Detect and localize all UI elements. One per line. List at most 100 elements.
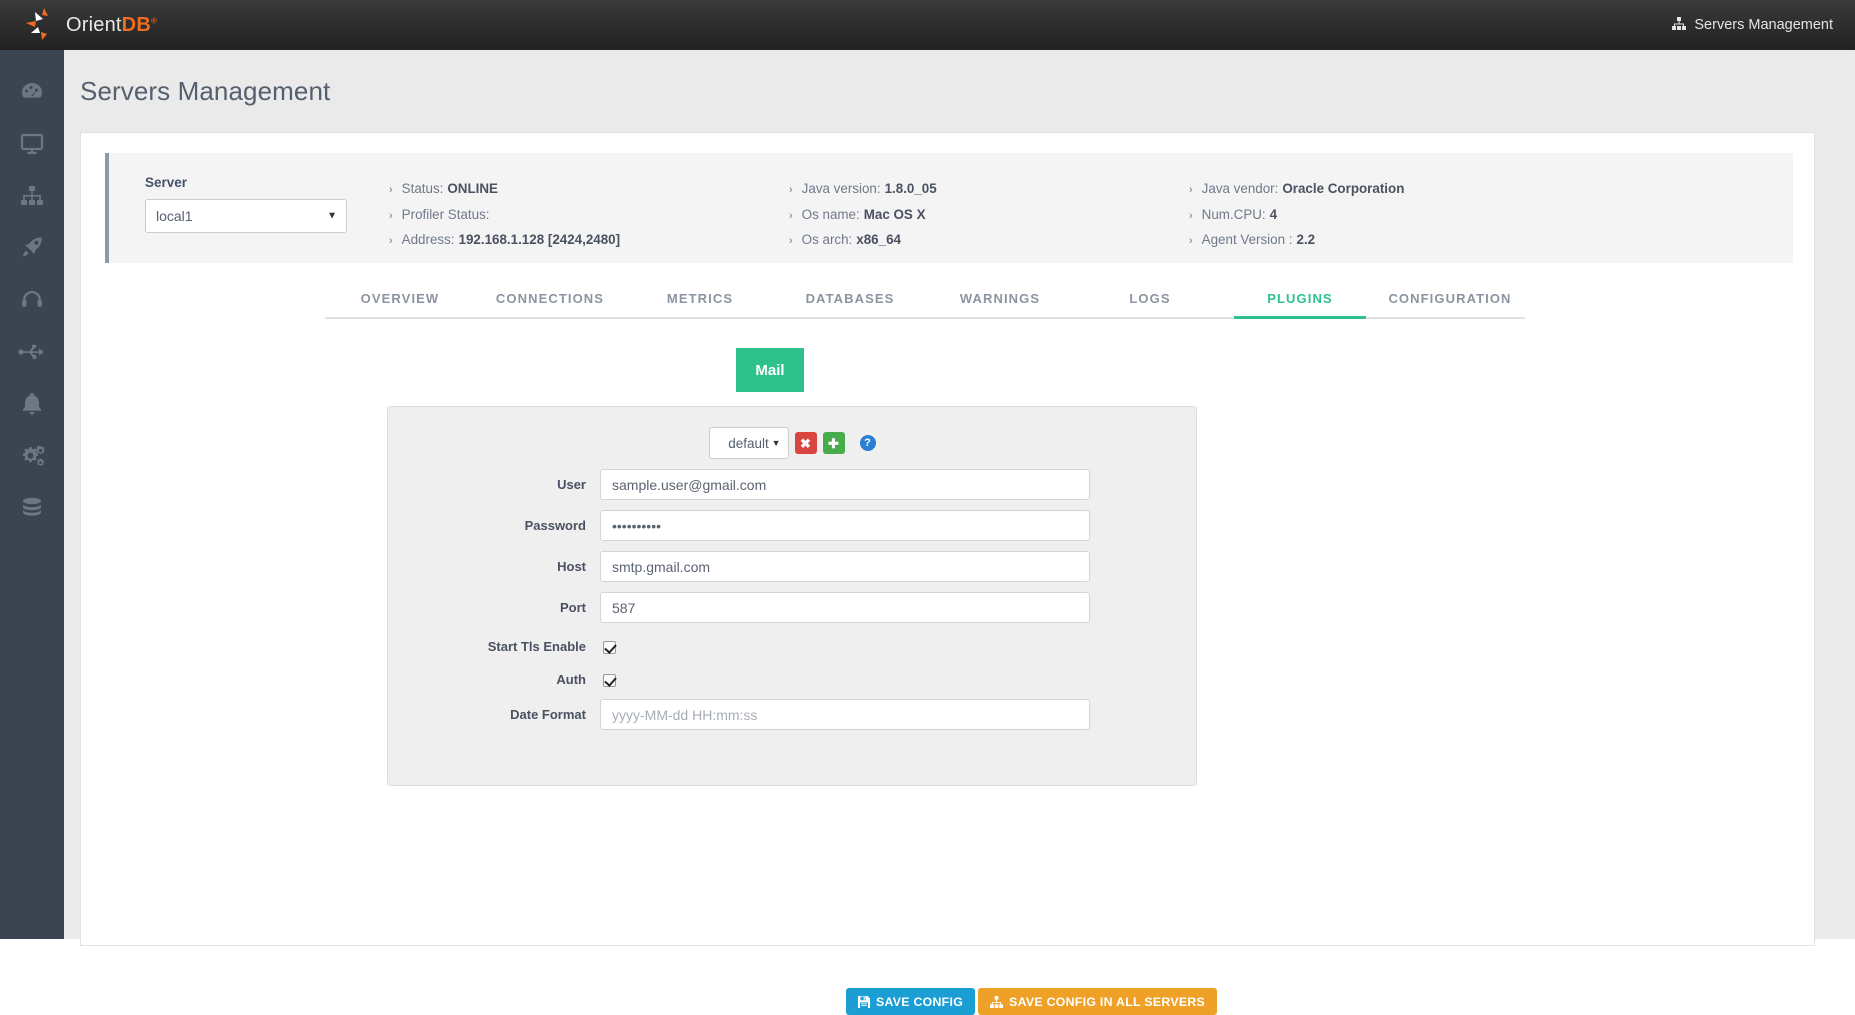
- delete-profile-button[interactable]: ✖: [794, 432, 817, 454]
- sidebar: [0, 50, 64, 939]
- info-label: Status:: [401, 181, 444, 196]
- add-profile-button[interactable]: ✚: [822, 432, 845, 454]
- info-label: Address:: [401, 232, 455, 247]
- info-row-agent-version: › Agent Version : 2.2: [1189, 229, 1589, 253]
- form-row-port: Port: [388, 592, 1196, 623]
- info-row-profiler-status: › Profiler Status:: [389, 204, 789, 228]
- server-selector-group: Server local1 ▼: [109, 153, 389, 263]
- chevron-right-icon: ›: [789, 184, 793, 196]
- save-config-all-servers-button[interactable]: SAVE CONFIG IN ALL SERVERS: [978, 988, 1218, 1015]
- server-info-column-3: › Java vendor: Oracle Corporation › Num.…: [1189, 153, 1589, 263]
- sidebar-item-database[interactable]: [0, 482, 64, 534]
- database-icon: [19, 495, 45, 521]
- sidebar-item-settings[interactable]: [0, 430, 64, 482]
- server-info-column-2: › Java version: 1.8.0_05 › Os name: Mac …: [789, 153, 1189, 263]
- sidebar-item-deploy[interactable]: [0, 222, 64, 274]
- server-info-panel: Server local1 ▼ › Status: ONLINE › Profi…: [105, 153, 1793, 263]
- tab-bar: OVERVIEW CONNECTIONS METRICS DATABASES W…: [325, 285, 1525, 319]
- tab-metrics[interactable]: METRICS: [625, 291, 775, 317]
- plugin-config-form: default ▼ ✖ ✚ ? User Password: [387, 406, 1197, 786]
- top-navbar: OrientDB® Servers Management: [0, 0, 1855, 50]
- port-label: Port: [560, 600, 586, 615]
- orientdb-logo-icon: [22, 4, 64, 46]
- info-label: Num.CPU:: [1201, 206, 1266, 222]
- sidebar-item-dashboard[interactable]: [0, 66, 64, 118]
- date-format-label: Date Format: [510, 707, 586, 722]
- plus-icon: ✚: [828, 435, 839, 451]
- rocket-icon: [19, 235, 45, 261]
- save-config-button[interactable]: SAVE CONFIG: [845, 988, 976, 1015]
- floppy-disk-icon: [857, 995, 870, 1008]
- chevron-right-icon: ›: [1189, 184, 1193, 196]
- sidebar-item-support[interactable]: [0, 274, 64, 326]
- page-title: Servers Management: [80, 76, 331, 106]
- password-input[interactable]: [600, 510, 1090, 541]
- config-profile-select[interactable]: default ▼: [708, 427, 789, 459]
- info-value: 2.2: [1296, 232, 1316, 247]
- form-row-auth: Auth: [388, 672, 1196, 689]
- info-label: Agent Version :: [1201, 232, 1293, 247]
- chevron-right-icon: ›: [389, 184, 393, 196]
- cogs-icon: [18, 443, 46, 469]
- auth-label: Auth: [556, 672, 586, 687]
- info-value: 192.168.1.128 [2424,2480]: [458, 232, 621, 247]
- chevron-right-icon: ›: [389, 235, 393, 247]
- brand-logo-group[interactable]: OrientDB®: [0, 0, 157, 50]
- info-label: Java version:: [801, 181, 881, 196]
- sitemap-icon: [1672, 16, 1687, 34]
- sidebar-item-alerts[interactable]: [0, 378, 64, 430]
- help-question-mark: ?: [864, 437, 871, 449]
- form-row-user: User: [388, 469, 1196, 500]
- form-actions: SAVE CONFIG SAVE CONFIG IN ALL SERVERS: [81, 988, 1855, 1015]
- sitemap-icon: [990, 995, 1004, 1008]
- info-value: x86_64: [856, 232, 901, 247]
- info-value: 4: [1269, 206, 1278, 222]
- tab-logs[interactable]: LOGS: [1075, 291, 1225, 317]
- dashboard-gauge-icon: [19, 79, 45, 105]
- sidebar-item-connections[interactable]: [0, 326, 64, 378]
- brand-name: OrientDB®: [66, 13, 158, 36]
- auth-checkbox[interactable]: [603, 674, 616, 687]
- chevron-down-icon: ▼: [327, 210, 337, 222]
- tab-databases[interactable]: DATABASES: [775, 291, 925, 317]
- info-label: Java vendor:: [1201, 181, 1279, 196]
- form-row-host: Host: [388, 551, 1196, 582]
- info-label: Os arch:: [801, 232, 853, 247]
- topbar-servers-management-link[interactable]: Servers Management: [1672, 16, 1855, 34]
- server-info-column-1: › Status: ONLINE › Profiler Status: › Ad…: [389, 153, 789, 263]
- plugin-button-mail[interactable]: Mail: [736, 348, 804, 392]
- server-select-value: local1: [156, 208, 193, 224]
- chevron-right-icon: ›: [1189, 235, 1193, 247]
- info-row-java-version: › Java version: 1.8.0_05: [789, 178, 1189, 202]
- tab-overview[interactable]: OVERVIEW: [325, 291, 475, 317]
- server-card: Server local1 ▼ › Status: ONLINE › Profi…: [80, 132, 1815, 1015]
- tab-connections[interactable]: CONNECTIONS: [475, 291, 625, 317]
- info-label: Profiler Status:: [401, 206, 490, 222]
- sidebar-item-servers[interactable]: [0, 170, 64, 222]
- bell-icon: [20, 391, 44, 417]
- tab-plugins[interactable]: PLUGINS: [1225, 291, 1375, 319]
- info-row-address: › Address: 192.168.1.128 [2424,2480]: [389, 229, 789, 253]
- usb-icon: [18, 342, 46, 362]
- sidebar-item-monitor[interactable]: [0, 118, 64, 170]
- start-tls-enable-label: Start Tls Enable: [487, 639, 586, 654]
- info-row-num-cpu: › Num.CPU: 4: [1189, 204, 1589, 228]
- port-input[interactable]: [600, 592, 1090, 623]
- info-row-java-vendor: › Java vendor: Oracle Corporation: [1189, 178, 1589, 202]
- user-input[interactable]: [600, 469, 1090, 500]
- date-format-input[interactable]: [600, 699, 1090, 730]
- chevron-right-icon: ›: [1189, 209, 1193, 222]
- info-row-os-name: › Os name: Mac OS X: [789, 204, 1189, 228]
- tab-warnings[interactable]: WARNINGS: [925, 291, 1075, 317]
- host-input[interactable]: [600, 551, 1090, 582]
- sitemap-icon: [19, 184, 45, 208]
- password-label: Password: [524, 518, 586, 533]
- help-icon[interactable]: ?: [859, 435, 876, 451]
- save-config-label: SAVE CONFIG: [875, 994, 964, 1009]
- server-select[interactable]: local1 ▼: [145, 199, 347, 233]
- info-label: Os name:: [801, 206, 860, 222]
- info-value: Mac OS X: [863, 206, 926, 222]
- start-tls-enable-checkbox[interactable]: [603, 641, 616, 654]
- tab-configuration[interactable]: CONFIGURATION: [1375, 291, 1525, 317]
- user-label: User: [557, 477, 586, 492]
